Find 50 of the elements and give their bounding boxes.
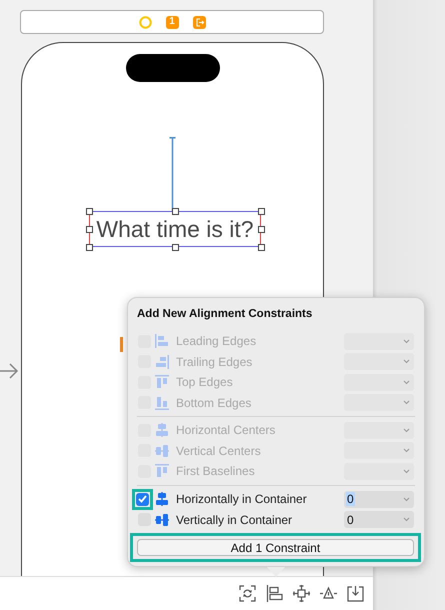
- resize-handle[interactable]: [258, 244, 265, 251]
- constant-value: 0: [346, 492, 355, 506]
- chevron-icon: [403, 517, 410, 522]
- chevron-icon: [403, 338, 410, 344]
- chevron-icon: [403, 428, 410, 433]
- add-constraints-icon[interactable]: [293, 585, 310, 602]
- option-label: First Baselines: [176, 464, 256, 478]
- alignment-icon: [155, 512, 169, 527]
- alignment-icon: [155, 492, 169, 506]
- view-controller-icon[interactable]: [138, 16, 152, 28]
- constant-dropdown[interactable]: 0: [344, 490, 414, 508]
- add-constraint-button[interactable]: Add 1 Constraint: [137, 539, 414, 556]
- chevron-icon: [403, 400, 410, 406]
- alignment-icon: [155, 464, 169, 478]
- resize-handle[interactable]: [172, 208, 179, 215]
- resize-handle[interactable]: [258, 226, 265, 233]
- alignment-icon: [155, 444, 169, 458]
- option-label: Leading Edges: [176, 334, 258, 348]
- option-label: Horizontally in Container: [176, 492, 308, 506]
- resize-handle[interactable]: [172, 244, 179, 251]
- resize-handle[interactable]: [86, 244, 93, 251]
- constant-value: 0: [346, 512, 355, 527]
- chevron-icon: [403, 496, 410, 502]
- alignment-icon: [155, 354, 169, 369]
- exit-icon[interactable]: [192, 16, 206, 28]
- alignment-icon: [155, 334, 169, 348]
- option-label: Bottom Edges: [176, 396, 252, 410]
- constant-dropdown[interactable]: 0: [344, 511, 414, 528]
- resize-handle[interactable]: [258, 208, 265, 215]
- resize-handle[interactable]: [86, 208, 93, 215]
- chevron-icon: [403, 359, 410, 364]
- marker-bar: [120, 337, 123, 352]
- option-label: Vertical Centers: [176, 444, 262, 458]
- chevron-icon: [403, 448, 410, 454]
- alignment-icon: [155, 396, 169, 410]
- option-label: Horizontal Centers: [176, 423, 276, 438]
- alignment-icon: [155, 423, 169, 438]
- chevron-icon: [403, 468, 410, 474]
- embed-in-icon[interactable]: [347, 585, 364, 602]
- entry-arrow-icon: [0, 361, 19, 381]
- option-label: Top Edges: [176, 375, 234, 390]
- resize-handle[interactable]: [86, 226, 93, 233]
- chevron-icon: [403, 380, 410, 385]
- align-icon[interactable]: [266, 585, 283, 602]
- alignment-icon: [155, 375, 169, 390]
- option-label: Trailing Edges: [176, 354, 254, 369]
- popover-title: Add New Alignment Constraints: [136, 308, 314, 320]
- checkbox[interactable]: [136, 492, 149, 506]
- option-label: Vertically in Container: [176, 512, 294, 527]
- update-frames-icon[interactable]: [239, 585, 256, 602]
